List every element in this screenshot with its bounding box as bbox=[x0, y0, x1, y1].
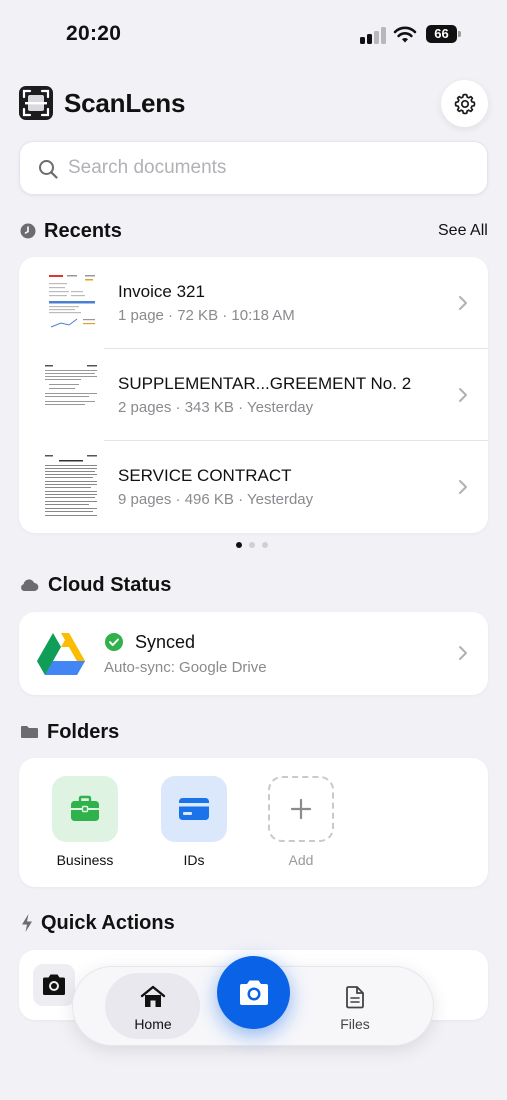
camera-icon bbox=[43, 974, 65, 995]
recent-item[interactable]: SUPPLEMENTAR...GREEMENT No. 2 2 pages · … bbox=[19, 349, 488, 441]
wifi-icon bbox=[393, 26, 417, 43]
document-title: SERVICE CONTRACT bbox=[118, 466, 292, 485]
quick-actions-title: Quick Actions bbox=[41, 912, 175, 934]
folder-icon bbox=[21, 726, 38, 738]
tab-home[interactable]: Home bbox=[125, 985, 181, 1032]
add-folder-button[interactable]: Add bbox=[267, 776, 335, 868]
chevron-right-icon bbox=[459, 646, 467, 660]
check-circle-icon bbox=[105, 633, 123, 651]
plus-icon bbox=[290, 798, 312, 820]
document-thumbnail bbox=[41, 359, 101, 431]
bolt-icon bbox=[22, 914, 32, 932]
folder-business[interactable]: Business bbox=[51, 776, 119, 868]
cloud-status-card[interactable]: Synced Auto-sync: Google Drive bbox=[19, 612, 488, 695]
search-input[interactable] bbox=[68, 142, 468, 194]
document-meta: 2 pages · 343 KB · Yesterday bbox=[118, 399, 314, 416]
id-card-icon bbox=[179, 798, 209, 820]
recent-item[interactable]: SERVICE CONTRACT 9 pages · 496 KB · Yest… bbox=[19, 441, 488, 533]
folders-title: Folders bbox=[47, 721, 120, 743]
cloud-status-title: Cloud Status bbox=[48, 574, 172, 596]
document-thumbnail bbox=[41, 267, 101, 339]
recents-list: Invoice 321 1 page · 72 KB · 10:18 AM SU… bbox=[19, 257, 488, 533]
document-thumbnail bbox=[41, 451, 101, 523]
cloud-icon bbox=[21, 579, 39, 591]
status-time: 20:20 bbox=[66, 22, 122, 45]
chevron-right-icon bbox=[459, 296, 467, 310]
app-title: ScanLens bbox=[64, 88, 186, 118]
document-meta: 9 pages · 496 KB · Yesterday bbox=[118, 491, 314, 508]
sync-status-label: Synced bbox=[135, 632, 196, 652]
tab-label: Home bbox=[134, 1016, 172, 1032]
document-title: SUPPLEMENTAR...GREEMENT No. 2 bbox=[118, 374, 412, 393]
recent-item[interactable]: Invoice 321 1 page · 72 KB · 10:18 AM bbox=[19, 257, 488, 349]
folder-label: IDs bbox=[183, 852, 205, 868]
folders-card: Business IDs Add bbox=[19, 758, 488, 887]
page-dot[interactable] bbox=[236, 542, 242, 548]
tab-label: Files bbox=[340, 1016, 370, 1032]
folder-tile[interactable] bbox=[52, 776, 118, 842]
settings-button[interactable] bbox=[441, 80, 488, 127]
home-icon bbox=[140, 985, 166, 1007]
gear-icon bbox=[454, 93, 475, 114]
status-bar: 20:20 66 bbox=[0, 0, 507, 70]
document-meta: 1 page · 72 KB · 10:18 AM bbox=[118, 307, 295, 324]
folder-ids[interactable]: IDs bbox=[160, 776, 228, 868]
chevron-right-icon bbox=[459, 388, 467, 402]
battery-level: 66 bbox=[426, 25, 457, 43]
google-drive-icon bbox=[37, 633, 85, 675]
folder-label: Business bbox=[56, 852, 114, 868]
folder-tile[interactable] bbox=[161, 776, 227, 842]
briefcase-icon bbox=[71, 795, 99, 821]
folder-tile[interactable] bbox=[268, 776, 334, 842]
see-all-link[interactable]: See All bbox=[438, 222, 488, 240]
clock-icon bbox=[20, 223, 36, 239]
folder-label: Add bbox=[288, 852, 314, 868]
signal-icon bbox=[360, 27, 386, 44]
page-dot[interactable] bbox=[262, 542, 268, 548]
app-logo-icon bbox=[19, 86, 53, 120]
search-bar[interactable] bbox=[19, 141, 488, 195]
battery-icon: 66 bbox=[426, 25, 461, 43]
chevron-right-icon bbox=[459, 480, 467, 494]
quick-action-scan[interactable] bbox=[33, 964, 75, 1006]
camera-icon bbox=[239, 980, 268, 1005]
search-icon bbox=[39, 160, 58, 179]
document-icon bbox=[346, 986, 364, 1009]
recents-title: Recents bbox=[44, 220, 122, 242]
tab-files[interactable]: Files bbox=[332, 985, 378, 1032]
document-title: Invoice 321 bbox=[118, 282, 205, 301]
page-indicator[interactable] bbox=[236, 542, 268, 548]
page-dot[interactable] bbox=[249, 542, 255, 548]
scan-button[interactable] bbox=[217, 956, 290, 1029]
sync-subtitle: Auto-sync: Google Drive bbox=[104, 659, 267, 676]
